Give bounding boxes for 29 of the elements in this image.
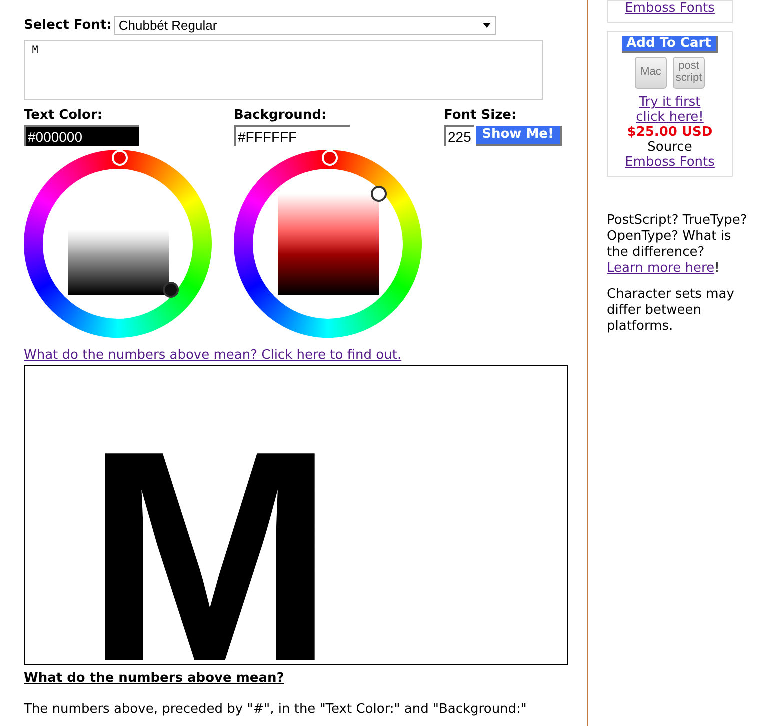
source-label: Source	[648, 140, 692, 155]
text-color-input[interactable]: #000000	[24, 125, 139, 146]
preview-text: M	[85, 448, 335, 664]
show-me-button[interactable]: Show Me!	[476, 126, 562, 146]
format-badge: post script	[673, 57, 705, 89]
font-size-input[interactable]: 225	[444, 125, 474, 146]
hue-handle-icon[interactable]	[322, 150, 338, 166]
learn-more-link[interactable]: Learn more here	[607, 261, 715, 276]
field-label: Text Color:	[24, 108, 104, 123]
foundry-link[interactable]: Emboss Fonts	[625, 155, 715, 170]
field-label: Background:	[234, 108, 328, 123]
foundry-link[interactable]: Emboss Fonts	[625, 1, 715, 16]
add-to-cart-button[interactable]: Add To Cart	[622, 36, 718, 53]
shade-square[interactable]	[278, 194, 378, 294]
hue-handle-icon[interactable]	[112, 150, 128, 166]
background-color-input[interactable]: #FFFFFF	[234, 125, 350, 146]
field-label: Font Size:	[444, 108, 518, 123]
font-dropdown[interactable]: Chubbét Regular	[114, 16, 496, 35]
sidebar-note: PostScript? TrueType? OpenType? What is the difference? Learn more here!	[607, 213, 748, 277]
section-heading: What do the numbers above mean?	[24, 671, 286, 686]
explanation-paragraph: The numbers above, preceded by "#", in the "Text Color:" and "Background:"	[24, 702, 528, 717]
field-label: Select Font:	[24, 18, 112, 33]
try-link[interactable]: Try it first click here!	[636, 95, 704, 125]
price-text: $25.00 USD	[627, 125, 713, 140]
format-badge: Mac	[635, 57, 667, 89]
help-link[interactable]: What do the numbers above mean? Click here to find out.	[24, 348, 402, 363]
sidebar-note: Character sets may differ between platforms.	[607, 287, 736, 335]
sample-text-input[interactable]: M	[24, 40, 543, 100]
dropdown-caret-icon	[482, 23, 491, 28]
